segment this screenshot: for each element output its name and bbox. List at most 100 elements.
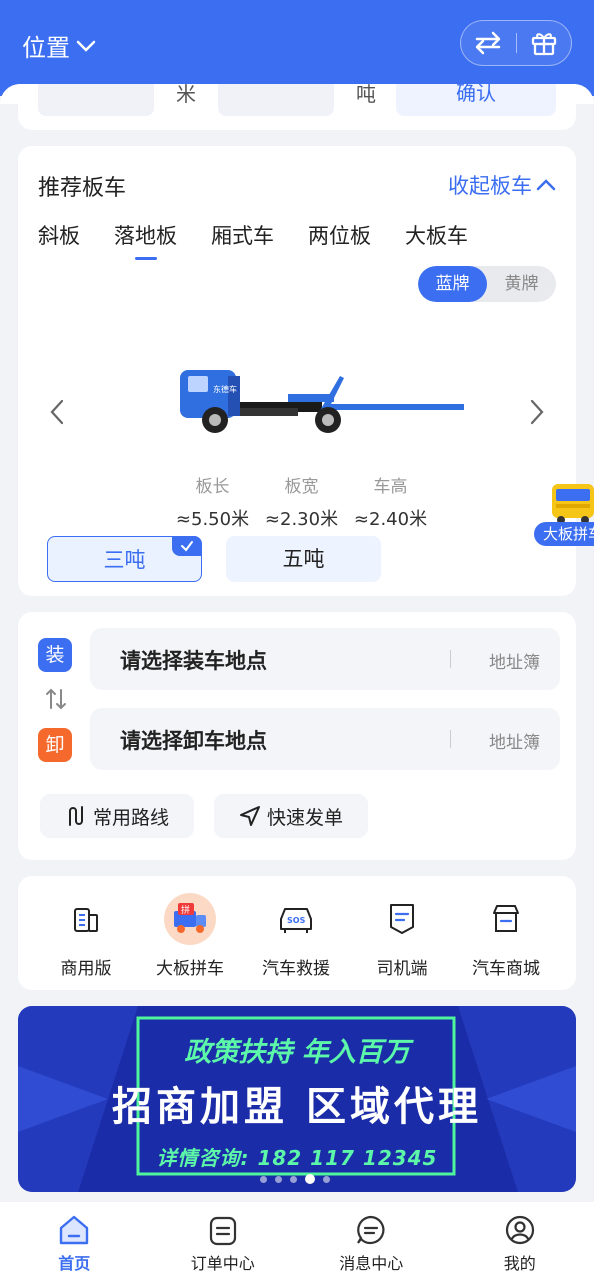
banner-contact: 详情咨询: 182 117 12345 [156, 1146, 438, 1170]
route-icon [68, 806, 83, 826]
spec-label: 板宽 [284, 477, 319, 497]
length-unit: 米 [176, 84, 196, 106]
common-routes-button[interactable]: 常用路线 [40, 794, 194, 838]
ton-three-option[interactable]: 三吨 [47, 536, 202, 582]
ton-five-option[interactable]: 五吨 [226, 536, 381, 582]
pagination-dot[interactable] [323, 1175, 330, 1183]
pagination-dot-active[interactable] [305, 1174, 315, 1184]
chevron-down-icon [76, 40, 96, 52]
carpool-badge-text: 拼 [181, 904, 190, 916]
unload-address-book-link[interactable]: 地址簿 [489, 728, 540, 753]
pagination-dot[interactable] [290, 1175, 297, 1183]
service-label: 司机端 [376, 959, 428, 979]
card-title: 推荐板车 [38, 176, 127, 201]
school-bus-icon [552, 484, 594, 524]
weight-input[interactable] [218, 84, 334, 116]
plate-toggle: 蓝牌 黄牌 [418, 266, 556, 302]
gift-button[interactable] [517, 21, 572, 65]
load-address-field[interactable]: 请选择装车地点 地址簿 [90, 628, 560, 690]
banner-pagination [260, 1174, 338, 1184]
prev-arrow-icon[interactable] [48, 398, 66, 426]
header-actions [460, 20, 572, 66]
promo-banner[interactable]: 政策扶持 年入百万 招商加盟 区域代理 详情咨询: 182 117 12345 [18, 1006, 576, 1192]
plate-yellow[interactable]: 黄牌 [487, 266, 556, 302]
collapse-label: 收起板车 [448, 174, 532, 198]
load-tag: 装 [38, 638, 72, 672]
service-carpool[interactable]: 拼 大板拼车 [140, 893, 240, 979]
tab-large[interactable]: 大板车 [405, 220, 468, 250]
common-routes-label: 常用路线 [92, 806, 169, 829]
pagination-dot[interactable] [275, 1175, 282, 1183]
next-arrow-icon[interactable] [528, 398, 546, 426]
spec-label: 车高 [373, 477, 408, 497]
tab-profile[interactable]: 我的 [446, 1202, 594, 1280]
weight-unit: 吨 [356, 84, 376, 106]
spec-value: ≈2.30米 [264, 509, 339, 530]
ton-label: 五吨 [282, 547, 325, 571]
tab-label: 消息中心 [339, 1254, 404, 1273]
collapse-button[interactable]: 收起板车 [448, 170, 556, 200]
service-label: 大板拼车 [156, 959, 224, 979]
load-placeholder: 请选择装车地点 [120, 649, 267, 673]
unload-placeholder: 请选择卸车地点 [120, 729, 267, 753]
order-icon [209, 1216, 236, 1246]
unload-tag: 卸 [38, 728, 72, 762]
service-label: 汽车商城 [472, 959, 540, 979]
gift-icon [531, 33, 556, 56]
pagination-dot[interactable] [260, 1175, 267, 1183]
switch-arrows-icon [476, 31, 501, 55]
switch-button[interactable] [461, 21, 516, 65]
service-commercial[interactable]: 商用版 [36, 894, 136, 979]
tab-home[interactable]: 首页 [0, 1202, 149, 1280]
confirm-button[interactable]: 确认 [396, 84, 556, 116]
tab-label: 首页 [58, 1254, 91, 1273]
carpool-truck-icon: 拼 [174, 903, 206, 933]
service-mall[interactable]: 汽车商城 [456, 894, 556, 979]
unload-address-field[interactable]: 请选择卸车地点 地址簿 [90, 708, 560, 770]
chevron-up-icon [536, 179, 556, 191]
spec-length: 板长 ≈5.50米 [168, 472, 257, 531]
tab-messages[interactable]: 消息中心 [297, 1202, 446, 1280]
service-rescue[interactable]: SOS 汽车救援 [246, 894, 346, 979]
field-divider [450, 730, 451, 748]
selected-check [172, 536, 202, 556]
tab-floor[interactable]: 落地板 [114, 220, 177, 260]
service-label: 汽车救援 [262, 959, 330, 979]
spec-width: 板宽 ≈2.30米 [257, 472, 346, 531]
banner-headline: 政策扶持 年入百万 [184, 1037, 410, 1068]
field-divider [450, 650, 451, 668]
truck-door-text: 东德车 [213, 384, 237, 394]
banner-title: 招商加盟 区域代理 [112, 1084, 482, 1130]
shop-icon [493, 905, 519, 932]
home-icon [60, 1215, 89, 1245]
tab-double[interactable]: 两位板 [308, 220, 371, 250]
recommend-truck-card: 推荐板车 收起板车 斜板 落地板 厢式车 两位板 大板车 蓝牌 黄牌 东德车 大… [18, 146, 594, 596]
tab-slope[interactable]: 斜板 [38, 220, 80, 250]
location-label: 位置 [22, 34, 70, 62]
message-icon [357, 1215, 385, 1245]
tab-box[interactable]: 厢式车 [211, 220, 274, 250]
sos-text: SOS [287, 916, 306, 925]
route-card: 装 卸 请选择装车地点 地址簿 请选择卸车地点 地址簿 常用路线 快速发单 [18, 612, 576, 860]
spec-value: ≈5.50米 [175, 509, 250, 530]
send-icon [239, 806, 260, 826]
driver-doc-icon [390, 904, 414, 934]
carpool-fab[interactable]: 大板拼车 [534, 480, 594, 550]
building-icon [74, 908, 98, 932]
spec-label: 板长 [195, 477, 230, 497]
service-driver[interactable]: 司机端 [352, 894, 452, 979]
quick-order-button[interactable]: 快速发单 [214, 794, 368, 838]
bottom-tab-bar: 首页 订单中心 消息中心 我的 [0, 1202, 594, 1280]
truck-specs: 板长 ≈5.50米 板宽 ≈2.30米 车高 ≈2.40米 [168, 472, 435, 531]
tab-orders[interactable]: 订单中心 [149, 1202, 298, 1280]
tab-label: 订单中心 [190, 1254, 255, 1273]
ton-label: 三吨 [103, 548, 146, 572]
location-selector[interactable]: 位置 [22, 28, 96, 63]
load-address-book-link[interactable]: 地址簿 [489, 648, 540, 673]
truck-type-tabs: 斜板 落地板 厢式车 两位板 大板车 [38, 220, 502, 260]
plate-blue[interactable]: 蓝牌 [418, 266, 487, 302]
swap-icon[interactable] [44, 686, 68, 712]
size-form-card: 米 吨 确认 [18, 84, 576, 130]
length-input[interactable] [38, 84, 154, 116]
spec-height: 车高 ≈2.40米 [346, 472, 435, 531]
